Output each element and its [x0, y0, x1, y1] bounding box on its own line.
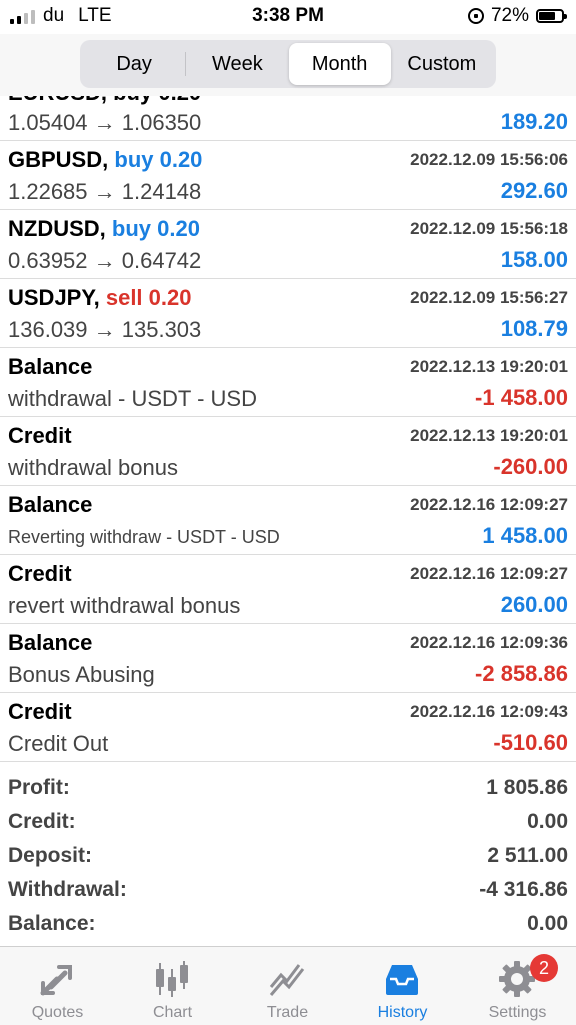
row-timestamp: 2022.12.13 19:20:01	[410, 426, 568, 445]
row-value: -260.00	[493, 454, 568, 479]
row-title: EURUSD, buy 0.20	[8, 96, 201, 106]
row-timestamp: 2022.12.16 12:09:43	[410, 702, 568, 721]
row-title: Balance	[8, 354, 93, 379]
tab-custom[interactable]: Custom	[391, 43, 493, 85]
tab-label: Chart	[152, 1004, 193, 1021]
status-bar: du LTE 3:38 PM 72%	[0, 0, 576, 34]
summary-row-balance: Balance: 0.00	[0, 908, 576, 942]
row-title: GBPUSD, buy 0.20	[8, 147, 202, 173]
history-row[interactable]: Credit 2022.12.16 12:09:27 revert withdr…	[0, 555, 576, 624]
summary-value: 0.00	[527, 810, 568, 833]
summary-row-profit: Profit: 1 805.86	[0, 772, 576, 806]
summary-label: Profit:	[8, 776, 70, 799]
tab-history[interactable]: History	[345, 947, 460, 1025]
battery-percent: 72%	[490, 5, 529, 26]
row-description: Credit Out	[8, 731, 109, 756]
history-row[interactable]: NZDUSD, buy 0.20 2022.12.09 15:56:18 0.6…	[0, 210, 576, 279]
history-row-partial[interactable]: EURUSD, buy 0.20 1.05404 → 1.06350 189.2…	[0, 96, 576, 141]
row-timestamp: 2022.12.16 12:09:36	[410, 633, 568, 652]
row-value: 1 458.00	[482, 523, 568, 548]
tab-day[interactable]: Day	[83, 43, 185, 85]
period-selector-bar: Day Week Month Custom	[0, 34, 576, 96]
bottom-tab-bar: Quotes Chart Trade History 2 Settings	[0, 946, 576, 1025]
row-description: 1.22685 → 1.24148	[8, 179, 202, 204]
history-row[interactable]: Credit 2022.12.16 12:09:43 Credit Out -5…	[0, 693, 576, 762]
row-description: withdrawal - USDT - USD	[8, 386, 257, 411]
row-description: 1.05404 → 1.06350	[8, 110, 202, 135]
row-timestamp: 2022.12.09 15:56:18	[410, 219, 568, 238]
row-timestamp: 2022.12.16 12:09:27	[410, 564, 568, 583]
row-timestamp: 2022.12.16 12:09:27	[410, 495, 568, 514]
summary-label: Deposit:	[8, 844, 92, 867]
summary-value: -4 316.86	[479, 878, 568, 901]
tab-label: History	[377, 1004, 428, 1021]
rotation-lock-icon	[467, 8, 484, 24]
quotes-icon	[40, 965, 72, 996]
battery-icon	[536, 9, 567, 23]
row-action: buy 0.20	[114, 147, 203, 172]
summary-value: 1 805.86	[486, 776, 568, 799]
tab-trade[interactable]: Trade	[230, 947, 345, 1025]
row-title: Credit	[8, 561, 72, 586]
summary-row-deposit: Deposit: 2 511.00	[0, 840, 576, 874]
row-description: withdrawal bonus	[8, 455, 178, 480]
row-value: -510.60	[493, 730, 568, 755]
summary-row-credit: Credit: 0.00	[0, 806, 576, 840]
history-row[interactable]: Balance 2022.12.16 12:09:36 Bonus Abusin…	[0, 624, 576, 693]
trade-icon	[269, 964, 305, 996]
tab-label: Trade	[266, 1004, 309, 1021]
row-value: 108.79	[500, 316, 568, 341]
row-value: -2 858.86	[475, 661, 568, 686]
history-row[interactable]: USDJPY, sell 0.20 2022.12.09 15:56:27 13…	[0, 279, 576, 348]
row-title: Credit	[8, 699, 72, 724]
summary-row-withdrawal: Withdrawal: -4 316.86	[0, 874, 576, 908]
tab-week[interactable]: Week	[186, 43, 288, 85]
row-title: USDJPY, sell 0.20	[8, 285, 191, 311]
row-title: Balance	[8, 492, 93, 517]
summary-value: 0.00	[527, 912, 568, 935]
account-summary: Profit: 1 805.86 Credit: 0.00 Deposit: 2…	[0, 772, 576, 942]
history-row[interactable]: GBPUSD, buy 0.20 2022.12.09 15:56:06 1.2…	[0, 141, 576, 210]
row-timestamp: 2022.12.09 15:56:06	[410, 150, 568, 169]
chart-icon	[156, 961, 188, 997]
row-value: 292.60	[500, 178, 568, 203]
row-symbol: NZDUSD,	[8, 216, 106, 241]
tab-label: Settings	[488, 1004, 547, 1021]
row-title: Balance	[8, 630, 93, 655]
row-description: Bonus Abusing	[8, 662, 155, 687]
row-value: 158.00	[500, 247, 568, 272]
tab-label: Quotes	[31, 1004, 84, 1021]
row-title: Credit	[8, 423, 72, 448]
history-row[interactable]: Balance 2022.12.16 12:09:27 Reverting wi…	[0, 486, 576, 555]
summary-label: Balance:	[8, 912, 96, 935]
row-timestamp: 2022.12.09 15:56:27	[410, 288, 568, 307]
summary-label: Withdrawal:	[8, 878, 127, 901]
row-value: -1 458.00	[475, 385, 568, 410]
row-description: 136.039 → 135.303	[8, 317, 202, 342]
notification-badge: 2	[530, 954, 558, 982]
history-row[interactable]: Credit 2022.12.13 19:20:01 withdrawal bo…	[0, 417, 576, 486]
row-action: sell 0.20	[105, 285, 192, 310]
row-action: buy 0.20	[111, 216, 200, 241]
status-right: 72%	[467, 5, 567, 27]
period-segmented-control: Day Week Month Custom	[80, 40, 496, 88]
row-description: revert withdrawal bonus	[8, 593, 241, 618]
history-icon	[386, 965, 418, 995]
row-value: 260.00	[500, 592, 568, 617]
summary-label: Credit:	[8, 810, 76, 833]
tab-chart[interactable]: Chart	[115, 947, 230, 1025]
row-symbol: USDJPY,	[8, 285, 100, 310]
row-value: 189.20	[500, 109, 568, 134]
tab-quotes[interactable]: Quotes	[0, 947, 115, 1025]
row-description: 0.63952 → 0.64742	[8, 248, 202, 273]
history-list[interactable]: EURUSD, buy 0.20 1.05404 → 1.06350 189.2…	[0, 96, 576, 764]
row-symbol: GBPUSD,	[8, 147, 109, 172]
tab-settings[interactable]: 2 Settings	[460, 947, 575, 1025]
history-row[interactable]: Balance 2022.12.13 19:20:01 withdrawal -…	[0, 348, 576, 417]
row-title: NZDUSD, buy 0.20	[8, 216, 200, 242]
summary-value: 2 511.00	[487, 844, 568, 867]
tab-month[interactable]: Month	[288, 43, 391, 85]
row-description: Reverting withdraw - USDT - USD	[8, 527, 280, 547]
row-timestamp: 2022.12.13 19:20:01	[410, 357, 568, 376]
